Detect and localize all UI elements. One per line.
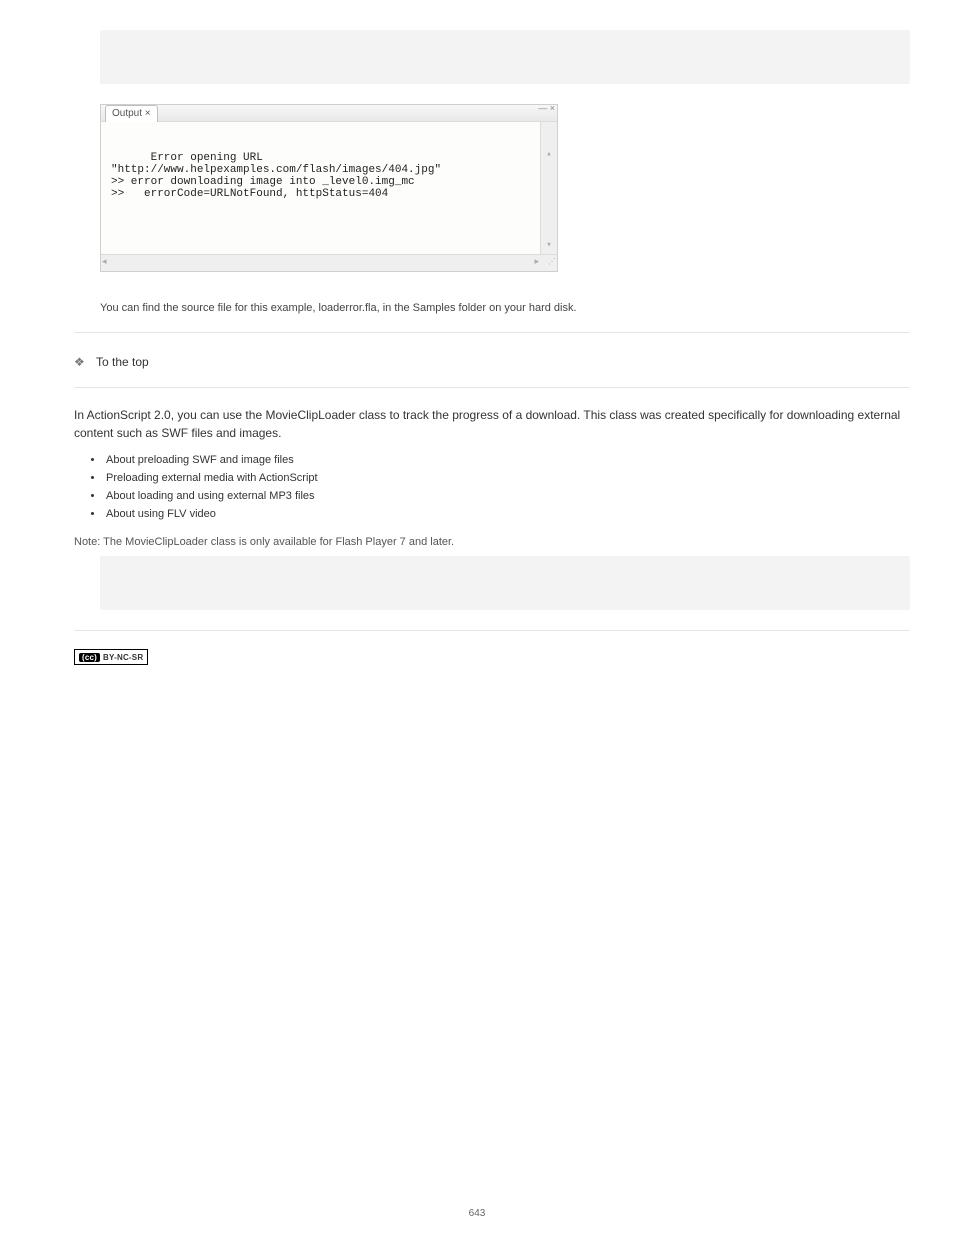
cc-badge: (cc) BY-NC-SR	[74, 649, 148, 665]
scrollbar-horizontal[interactable]: ◂ ▸ ⋰	[101, 254, 557, 271]
scrollbar-vertical[interactable]: ▴ ▾	[540, 122, 557, 254]
code-block-bottom	[100, 556, 910, 610]
topic-link[interactable]: To the top	[96, 355, 149, 369]
scroll-right-icon[interactable]: ▸	[534, 256, 539, 267]
list-item: Preloading external media with ActionScr…	[104, 472, 910, 484]
note-text: Note: The MovieClipLoader class is only …	[74, 536, 910, 548]
cc-badge-text: BY-NC-SR	[103, 653, 143, 662]
divider	[74, 630, 910, 631]
scroll-left-icon[interactable]: ◂	[102, 256, 107, 267]
code-block-top	[100, 30, 910, 84]
window-controls[interactable]: — ×	[538, 103, 555, 113]
output-tab[interactable]: Output ×	[105, 105, 158, 122]
topic-icon: ❖	[74, 355, 88, 369]
output-text: Error opening URL "http://www.helpexampl…	[111, 152, 441, 200]
list-item: About loading and using external MP3 fil…	[104, 490, 910, 502]
topic-row: ❖ To the top	[74, 355, 910, 369]
related-list: About preloading SWF and image files Pre…	[104, 454, 910, 520]
cc-symbol: (cc)	[79, 653, 100, 662]
scroll-down-icon[interactable]: ▾	[542, 238, 556, 252]
scroll-up-icon[interactable]: ▴	[542, 147, 556, 161]
output-body: ▴ ▾ Error opening URL "http://www.helpex…	[101, 122, 557, 254]
divider	[74, 332, 910, 333]
output-panel: Output × — × ▴ ▾ Error opening URL "http…	[100, 104, 558, 272]
divider	[74, 387, 910, 388]
output-titlebar: Output × — ×	[101, 105, 557, 122]
list-item: About preloading SWF and image files	[104, 454, 910, 466]
page-number: 643	[0, 1208, 954, 1219]
list-item: About using FLV video	[104, 508, 910, 520]
license-row: (cc) BY-NC-SR	[74, 649, 910, 665]
resize-grip-icon[interactable]: ⋰	[548, 257, 555, 266]
figure-caption: You can find the source file for this ex…	[100, 302, 910, 314]
body-paragraph: In ActionScript 2.0, you can use the Mov…	[74, 406, 910, 442]
